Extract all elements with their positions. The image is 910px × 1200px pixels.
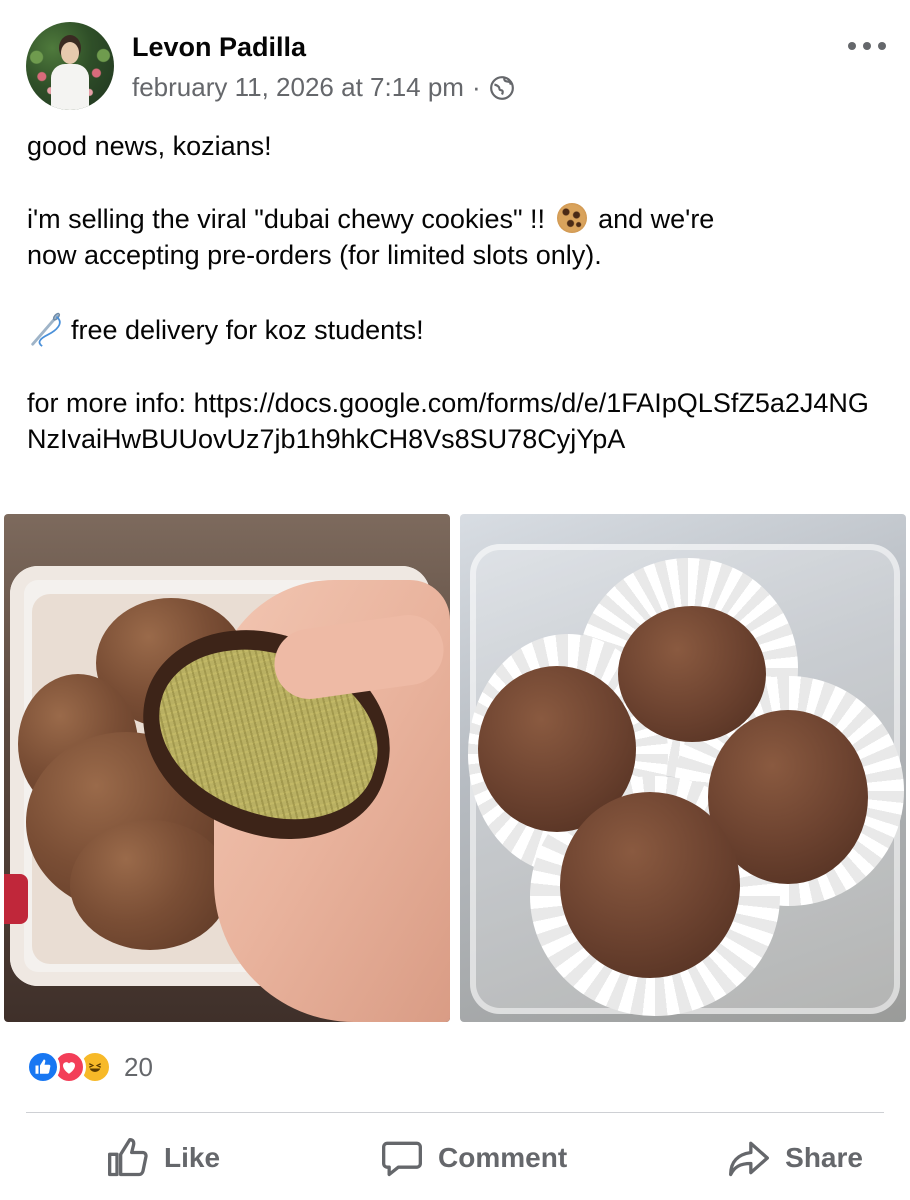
- reaction-count: 20: [124, 1051, 153, 1082]
- sewing-needle-emoji-icon: [31, 312, 61, 347]
- avatar[interactable]: [26, 22, 114, 110]
- photo-grid: [4, 514, 906, 1022]
- thumbs-up-icon: [108, 1138, 148, 1177]
- globe-icon[interactable]: [489, 75, 515, 101]
- post-line-info: for more info: https://docs.google.com/f…: [27, 388, 869, 454]
- share-arrow-icon: [729, 1141, 770, 1177]
- avatar-person-body: [51, 64, 89, 110]
- avatar-person-head: [61, 42, 79, 64]
- like-label: Like: [164, 1142, 221, 1173]
- meta-separator: ·: [471, 72, 481, 102]
- share-button[interactable]: Share: [647, 1126, 910, 1190]
- post-line-greeting: good news, kozians!: [27, 131, 272, 161]
- comment-bubble-icon: [382, 1141, 423, 1177]
- post-meta: february 11, 2026 at 7:14 pm ·: [132, 72, 515, 103]
- post-header: Levon Padilla february 11, 2026 at 7:14 …: [26, 22, 886, 112]
- post-actions: Like Comment Share: [26, 1118, 884, 1198]
- tray-handle: [4, 874, 28, 924]
- post-line-delivery: free delivery for koz students!: [27, 310, 887, 348]
- divider: [26, 1112, 884, 1113]
- like-button[interactable]: Like: [26, 1126, 300, 1190]
- reaction-summary[interactable]: 20: [26, 1050, 153, 1084]
- more-horizontal-icon[interactable]: [848, 36, 886, 56]
- like-reaction-icon: [26, 1050, 60, 1084]
- post-timestamp[interactable]: february 11, 2026 at 7:14 pm: [132, 72, 464, 103]
- comment-label: Comment: [438, 1142, 568, 1173]
- cookie-emoji-icon: [556, 203, 587, 233]
- post-body: good news, kozians! i'm selling the vira…: [27, 128, 887, 457]
- cookies-in-box-photo[interactable]: [460, 514, 906, 1022]
- post-line-announcement: i'm selling the viral "dubai chewy cooki…: [27, 203, 715, 270]
- comment-button[interactable]: Comment: [300, 1126, 647, 1190]
- author-name[interactable]: Levon Padilla: [132, 32, 306, 63]
- cookie-cut-open-photo[interactable]: [4, 514, 450, 1022]
- share-label: Share: [785, 1142, 863, 1173]
